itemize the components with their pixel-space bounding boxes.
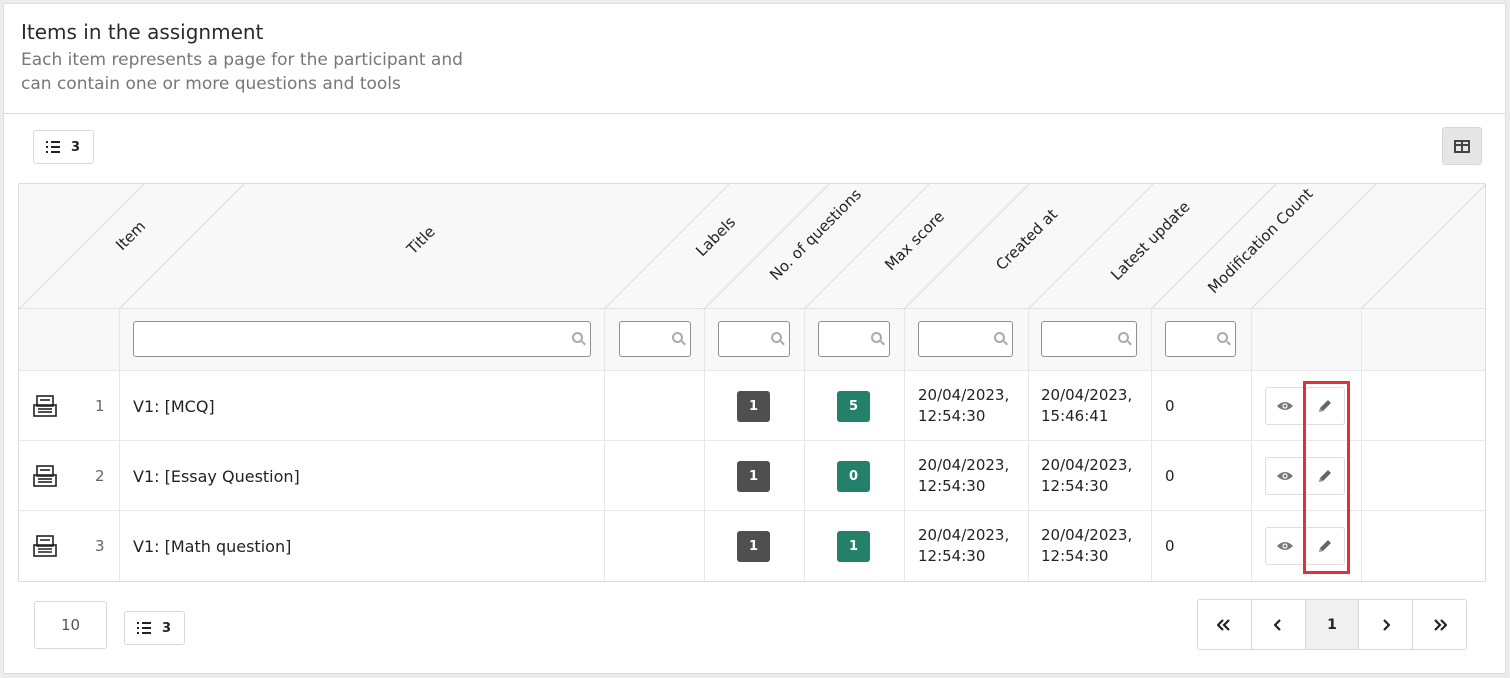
modification-count-filter-input[interactable]: [1165, 321, 1236, 357]
document-icon[interactable]: [33, 371, 57, 441]
updated-time: 12:54:30: [1041, 547, 1109, 565]
latest-update-filter-input[interactable]: [1041, 321, 1137, 357]
column-settings-button[interactable]: [1442, 127, 1482, 165]
modification-count: 0: [1165, 537, 1175, 555]
item-count-top: 3: [71, 139, 81, 155]
eye-icon: [1277, 472, 1293, 480]
list-icon: [46, 141, 61, 153]
labels-filter-input[interactable]: [619, 321, 691, 357]
questions-badge: 0: [837, 460, 870, 492]
created-time: 12:54:30: [918, 547, 986, 565]
table-row[interactable]: 3 V1: [Math question] 1 1 20/04/2023, 12:…: [19, 511, 1485, 581]
preview-button[interactable]: [1265, 527, 1305, 565]
table-row[interactable]: 2 V1: [Essay Question] 1 0 20/04/2023, 12…: [19, 441, 1485, 511]
title-filter-input[interactable]: [133, 321, 591, 357]
labels-badge: 1: [737, 530, 770, 562]
items-table: Item Title Labels No. of questions Max s…: [18, 183, 1486, 582]
prev-page-button[interactable]: [1251, 600, 1306, 649]
page-subtitle: Each item represents a page for the part…: [21, 50, 463, 94]
item-count-chip-bottom[interactable]: 3: [124, 611, 185, 645]
edit-buttons-highlight: [1303, 381, 1350, 574]
updated-date: 20/04/2023,: [1041, 526, 1133, 544]
created-time: 12:54:30: [918, 477, 986, 495]
item-number: 1: [95, 397, 105, 415]
search-icon: [994, 332, 1005, 343]
item-number: 3: [95, 537, 105, 555]
list-icon: [137, 622, 152, 634]
search-icon: [572, 332, 583, 343]
created-date: 20/04/2023,: [918, 386, 1010, 404]
search-icon: [1118, 332, 1129, 343]
search-icon: [672, 332, 683, 343]
max-score-filter-input[interactable]: [818, 321, 890, 357]
last-page-button[interactable]: [1413, 600, 1466, 649]
item-number: 2: [95, 467, 105, 485]
updated-time: 15:46:41: [1041, 407, 1109, 425]
search-icon: [771, 332, 782, 343]
created-date: 20/04/2023,: [918, 456, 1010, 474]
eye-icon: [1277, 542, 1293, 550]
table-row[interactable]: 1 V1: [MCQ] 1 5 20/04/2023, 12:54:30 20/0…: [19, 371, 1485, 441]
search-icon: [1217, 332, 1228, 343]
search-icon: [871, 332, 882, 343]
item-title: V1: [Essay Question]: [133, 466, 300, 486]
item-title: V1: [MCQ]: [133, 396, 215, 416]
chevron-right-icon: [1383, 618, 1390, 631]
document-icon[interactable]: [33, 511, 57, 581]
updated-date: 20/04/2023,: [1041, 456, 1133, 474]
created-date: 20/04/2023,: [918, 526, 1010, 544]
chevron-left-icon: [1274, 618, 1281, 631]
updated-date: 20/04/2023,: [1041, 386, 1133, 404]
item-count-chip-top[interactable]: 3: [33, 130, 94, 164]
preview-button[interactable]: [1265, 457, 1305, 495]
questions-badge: 1: [837, 530, 870, 562]
next-page-button[interactable]: [1359, 600, 1414, 649]
eye-icon: [1277, 402, 1293, 410]
item-count-bottom: 3: [162, 620, 172, 636]
first-page-button[interactable]: [1198, 600, 1252, 649]
panel-header: Items in the assignment Each item repres…: [4, 4, 1505, 114]
modification-count: 0: [1165, 467, 1175, 485]
questions-filter-input[interactable]: [718, 321, 790, 357]
pagination: 1: [1197, 599, 1467, 650]
table-header-row: Item Title Labels No. of questions Max s…: [19, 184, 1485, 309]
created-time: 12:54:30: [918, 407, 986, 425]
columns-icon: [1454, 139, 1470, 153]
item-title: V1: [Math question]: [133, 536, 292, 556]
page-size-select[interactable]: 10: [34, 601, 107, 649]
document-icon[interactable]: [33, 441, 57, 511]
labels-badge: 1: [737, 390, 770, 422]
modification-count: 0: [1165, 397, 1175, 415]
page-number-button[interactable]: 1: [1305, 600, 1360, 649]
double-chevron-left-icon: [1217, 618, 1231, 631]
created-at-filter-input[interactable]: [918, 321, 1013, 357]
page-title: Items in the assignment: [21, 20, 264, 44]
updated-time: 12:54:30: [1041, 477, 1109, 495]
questions-badge: 5: [837, 390, 870, 422]
filter-row: [19, 309, 1485, 371]
labels-badge: 1: [737, 460, 770, 492]
double-chevron-right-icon: [1433, 618, 1447, 631]
preview-button[interactable]: [1265, 387, 1305, 425]
